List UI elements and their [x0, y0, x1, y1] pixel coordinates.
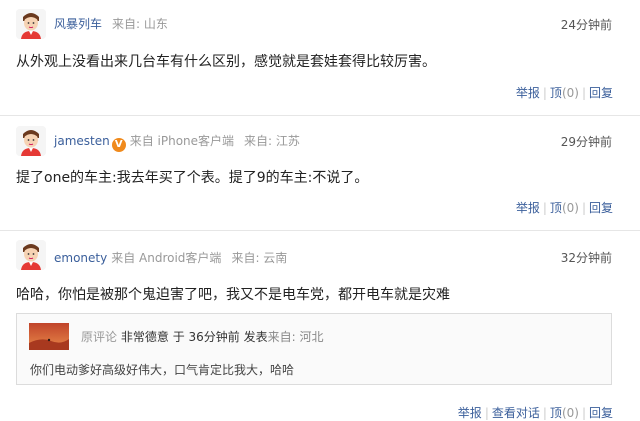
report-link[interactable]: 举报 [458, 406, 482, 420]
location-text: 来自: 云南 [231, 251, 288, 265]
quote-avatar-icon [29, 323, 69, 350]
comment-actions: 举报 | 顶(0) | 回复 [515, 86, 613, 100]
comment-text: 从外观上没看出来几台车有什么区别，感觉就是套娃套得比较厉害。 [16, 54, 436, 70]
quote-time: 于 36分钟前 发表 [172, 330, 268, 344]
upvote-count: (0) [561, 201, 579, 215]
comment-item: jamesten V 来自 iPhone客户端 来自: 江苏 29分钟前 提了one的… [0, 115, 640, 231]
comment-item: 风暴列车 来自: 山东 24分钟前 从外观上没看出来几台车有什么区别，感觉就是套娃… [0, 0, 640, 116]
quote-location: 来自: 河北 [267, 330, 324, 344]
reply-link[interactable]: 回复 [589, 86, 613, 100]
comment-actions: 举报 | 顶(0) | 回复 [515, 201, 613, 215]
upvote-link[interactable]: 顶 [550, 406, 562, 420]
location-text: 来自: 江苏 [244, 134, 300, 148]
comment-text: 哈哈，你怕是被那个鬼迫害了吧，我又不是电车党，都开电车就是灾难 [16, 287, 450, 303]
avatar-icon[interactable] [16, 9, 46, 39]
avatar-icon[interactable] [16, 240, 46, 270]
timestamp: 24分钟前 [560, 18, 612, 32]
quote-meta: 原评论 非常德意 于 36分钟前 发表来自: 河北 [81, 328, 323, 345]
username-link[interactable]: jamesten [54, 134, 110, 148]
quoted-comment: 原评论 非常德意 于 36分钟前 发表来自: 河北 你们电动爹好高级好伟大，口气… [16, 313, 612, 385]
timestamp: 32分钟前 [560, 251, 612, 265]
timestamp: 29分钟前 [560, 135, 612, 149]
comment-meta: jamesten V 来自 iPhone客户端 来自: 江苏 [54, 132, 300, 152]
location-text: 来自: 山东 [112, 17, 168, 31]
quote-label: 原评论 [81, 330, 118, 344]
comment-actions: 举报 | 查看对话 | 顶(0) | 回复 [457, 406, 613, 420]
upvote-count: (0) [561, 86, 579, 100]
client-text: 来自 Android客户端 [111, 251, 222, 265]
quote-username-link[interactable]: 非常德意 [121, 330, 169, 344]
reply-link[interactable]: 回复 [589, 201, 613, 215]
quote-text: 你们电动爹好高级好伟大，口气肯定比我大，哈哈 [30, 363, 295, 377]
report-link[interactable]: 举报 [516, 201, 540, 215]
comment-meta: 风暴列车 来自: 山东 [54, 15, 168, 32]
verified-badge-icon: V [111, 138, 126, 152]
comment-text: 提了one的车主:我去年买了个表。提了9的车主:不说了。 [16, 170, 369, 186]
client-text: 来自 iPhone客户端 [129, 134, 235, 148]
upvote-link[interactable]: 顶 [550, 86, 562, 100]
upvote-link[interactable]: 顶 [550, 201, 562, 215]
view-conversation-link[interactable]: 查看对话 [492, 406, 540, 420]
username-link[interactable]: 风暴列车 [54, 17, 102, 31]
reply-link[interactable]: 回复 [589, 406, 613, 420]
avatar-icon[interactable] [16, 126, 46, 156]
report-link[interactable]: 举报 [516, 86, 540, 100]
comment-item: emonety 来自 Android客户端 来自: 云南 32分钟前 哈哈，你怕是被… [0, 230, 640, 420]
username-link[interactable]: emonety [54, 251, 107, 265]
comment-meta: emonety 来自 Android客户端 来自: 云南 [54, 249, 287, 266]
upvote-count: (0) [561, 406, 579, 420]
